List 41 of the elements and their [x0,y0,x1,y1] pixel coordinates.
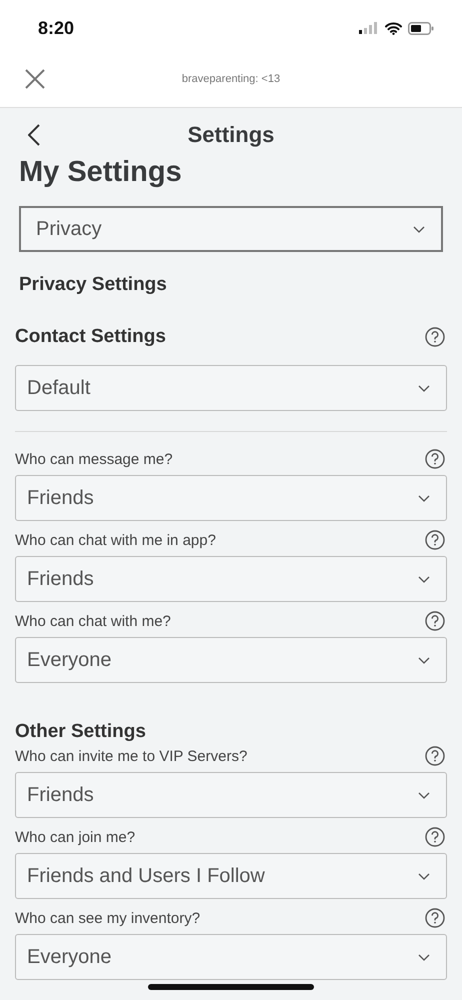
field-label: Who can invite me to VIP Servers? [15,748,248,764]
chevron-icon [418,576,430,582]
category-dropdown[interactable]: Privacy [19,206,443,252]
settings-dropdown[interactable]: Friends [15,556,447,602]
page-title: My Settings [19,155,183,190]
page-url: braveparenting: <13 [182,72,280,84]
help-icon[interactable] [425,746,445,766]
field-label: Who can join me? [15,828,136,846]
header-title: Settings [188,122,274,148]
chevron-icon [418,792,430,798]
help-icon[interactable] [425,449,445,469]
status-time: 8:20 [38,18,74,38]
settings-dropdown[interactable]: Default [15,365,447,411]
chevron-icon [413,226,425,232]
field-label: Who can chat with me? [15,612,171,630]
settings-dropdown[interactable]: Everyone [15,934,447,980]
battery-icon [408,22,434,34]
chevron-icon [418,656,430,664]
help-icon[interactable] [425,908,445,928]
help-icon[interactable] [425,530,445,550]
back-icon[interactable] [28,124,40,146]
help-icon[interactable] [425,327,445,347]
wifi-icon [385,22,402,34]
chevron-icon [418,954,430,960]
section-heading: Contact Settings [15,326,166,348]
field-label: Who can chat with me in app? [15,532,216,548]
chevron-icon [418,384,430,392]
chevron-icon [418,872,430,880]
settings-dropdown[interactable]: Everyone [15,637,447,683]
help-icon[interactable] [425,611,445,631]
settings-dropdown[interactable]: Friends [15,475,447,521]
close-icon[interactable] [25,68,45,88]
settings-dropdown[interactable]: Friends [15,772,447,818]
field-label: Who can message me? [15,450,173,468]
section-title: Privacy Settings [19,274,168,296]
section-heading: Other Settings [15,721,146,743]
settings-dropdown[interactable]: Friends and Users I Follow [15,853,447,899]
chevron-icon [418,494,430,502]
signal-icon [359,22,379,34]
help-icon[interactable] [425,827,445,847]
field-label: Who can see my inventory? [15,910,200,926]
